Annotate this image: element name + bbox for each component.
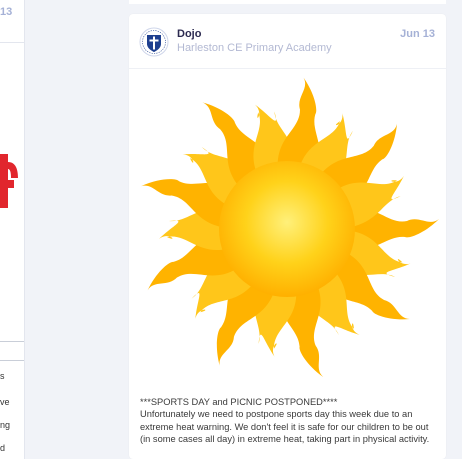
previous-post-date: 13 bbox=[0, 6, 13, 18]
red-logo-fragment bbox=[0, 154, 18, 208]
school-crest-icon[interactable] bbox=[139, 27, 169, 57]
text-fragment: ng bbox=[0, 420, 11, 430]
post-header: Dojo Harleston CE Primary Academy Jun 13 bbox=[129, 14, 446, 68]
post-card: Dojo Harleston CE Primary Academy Jun 13… bbox=[129, 14, 446, 459]
post-author[interactable]: Dojo bbox=[177, 28, 201, 40]
post-date: Jun 13 bbox=[400, 28, 435, 40]
text-fragment: s bbox=[0, 371, 5, 381]
comment-input-fragment[interactable] bbox=[0, 341, 24, 361]
text-fragment: ve bbox=[0, 397, 10, 407]
post-body: ***SPORTS DAY and PICNIC POSTPONED**** U… bbox=[140, 396, 440, 446]
sun-icon bbox=[140, 77, 439, 377]
post-school-name[interactable]: Harleston CE Primary Academy bbox=[177, 42, 332, 54]
post-message: Unfortunately we need to postpone sports… bbox=[140, 409, 430, 445]
post-title: ***SPORTS DAY and PICNIC POSTPONED**** bbox=[140, 397, 338, 407]
previous-post-fragment: 13 s ve ng d bbox=[0, 0, 25, 459]
text-fragment: d bbox=[0, 443, 6, 453]
post-image[interactable] bbox=[129, 68, 446, 388]
previous-card-bottom bbox=[129, 0, 446, 4]
divider bbox=[0, 42, 24, 43]
